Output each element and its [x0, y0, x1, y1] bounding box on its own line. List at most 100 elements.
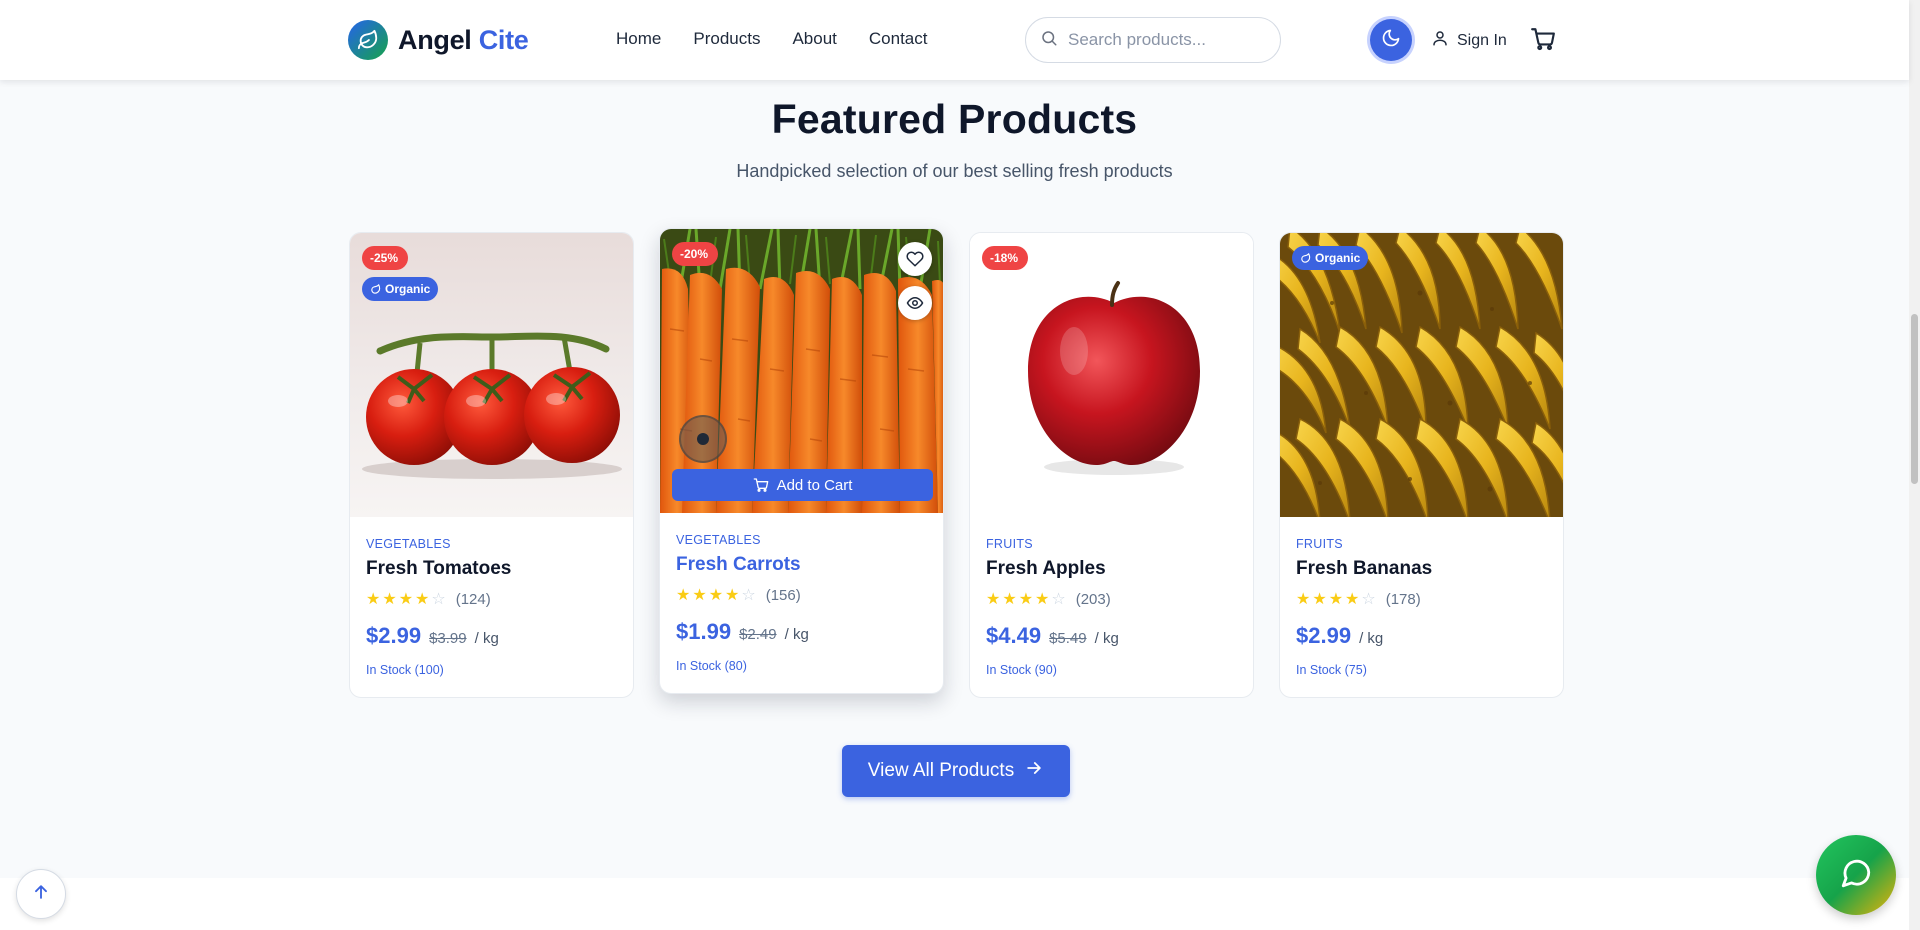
search-input[interactable] [1068, 30, 1258, 50]
search-box [1025, 17, 1281, 63]
product-unit: / kg [474, 630, 499, 647]
product-unit: / kg [1359, 630, 1384, 647]
review-count: (124) [455, 591, 491, 608]
product-price: $2.99 [1296, 623, 1352, 648]
star-icon: ★ [398, 590, 414, 608]
main-nav: Home Products About Contact [616, 29, 927, 49]
brand-logo[interactable]: Angel Cite [348, 20, 529, 60]
star-icon: ★ [1296, 590, 1311, 608]
price-row: $4.49 $5.49 / kg [986, 623, 1119, 649]
product-old-price: $5.49 [1049, 630, 1087, 647]
sign-in-button[interactable]: Sign In [1431, 29, 1507, 52]
cart-button[interactable] [1530, 26, 1556, 57]
product-name[interactable]: Fresh Apples [986, 558, 1106, 580]
star-icon: ★ [1328, 590, 1344, 608]
nav-products[interactable]: Products [693, 29, 760, 49]
user-icon [1431, 29, 1449, 52]
organic-badge: Organic [1292, 246, 1369, 270]
star-icon: ★ [1018, 590, 1034, 608]
star-empty-icon: ☆ [1361, 590, 1376, 608]
leaf-icon [1300, 252, 1311, 264]
product-card-carrots[interactable]: -20% Add to Cart VEGETABLES Fresh Carrot… [659, 228, 944, 694]
review-count: (203) [1075, 591, 1111, 608]
view-all-label: View All Products [867, 760, 1015, 781]
brand-name-part2: Cite [478, 24, 529, 55]
wishlist-button[interactable] [898, 242, 932, 276]
quick-view-button[interactable] [898, 286, 932, 320]
product-unit: / kg [1094, 630, 1119, 647]
product-name[interactable]: Fresh Tomatoes [366, 558, 511, 580]
nav-home[interactable]: Home [616, 29, 661, 49]
star-empty-icon: ☆ [1051, 590, 1066, 608]
product-image-carrots[interactable]: -20% Add to Cart [660, 229, 943, 513]
review-count: (178) [1385, 591, 1421, 608]
cart-icon [753, 477, 769, 493]
price-row: $1.99 $2.49 / kg [676, 619, 809, 645]
star-icon: ★ [1312, 590, 1327, 608]
stock-status: In Stock (80) [676, 659, 747, 673]
chat-bubble-icon [1839, 856, 1873, 895]
star-icon: ★ [708, 586, 724, 604]
stock-status: In Stock (100) [366, 663, 444, 677]
next-section [0, 878, 1909, 930]
product-name[interactable]: Fresh Carrots [676, 554, 801, 576]
product-image-tomatoes[interactable]: -25% Organic [350, 233, 633, 517]
star-icon: ★ [415, 590, 430, 608]
organic-label: Organic [385, 282, 431, 296]
star-icon: ★ [1035, 590, 1050, 608]
product-price: $1.99 [676, 619, 732, 644]
nav-contact[interactable]: Contact [869, 29, 928, 49]
product-old-price: $3.99 [429, 630, 467, 647]
back-to-top-button[interactable] [16, 869, 66, 919]
product-card-apples[interactable]: -18% FRUITS Fresh Apples ★ ★ ★ ★ ☆ (203) $4.… [969, 232, 1254, 698]
organic-label: Organic [1315, 251, 1361, 265]
arrow-right-icon [1024, 758, 1044, 784]
section-subtitle: Handpicked selection of our best selling… [736, 161, 1173, 181]
leaf-icon [370, 283, 381, 295]
sign-in-label: Sign In [1457, 31, 1507, 49]
product-card-tomatoes[interactable]: -25% Organic VEGETABLES Fresh Tomatoes ★… [349, 232, 634, 698]
add-to-cart-button[interactable]: Add to Cart [672, 469, 933, 501]
theme-toggle-button[interactable] [1370, 19, 1412, 61]
star-empty-icon: ☆ [741, 586, 756, 604]
price-row: $2.99 $3.99 / kg [366, 623, 499, 649]
discount-badge: -18% [982, 246, 1028, 270]
search-icon [1040, 29, 1058, 52]
star-icon: ★ [366, 590, 381, 608]
product-category: VEGETABLES [676, 533, 761, 547]
brand-name: Angel Cite [398, 25, 529, 56]
scrollbar-thumb[interactable] [1911, 314, 1918, 484]
star-icon: ★ [1345, 590, 1360, 608]
moon-icon [1381, 28, 1401, 53]
discount-badge: -20% [672, 242, 718, 266]
product-category: FRUITS [1296, 537, 1343, 551]
star-empty-icon: ☆ [431, 590, 446, 608]
leaf-icon [348, 20, 388, 60]
product-unit: / kg [784, 626, 809, 643]
product-rating: ★ ★ ★ ★ ☆ (156) [676, 587, 801, 604]
add-to-cart-label: Add to Cart [776, 476, 853, 494]
product-rating: ★ ★ ★ ★ ☆ (178) [1296, 591, 1421, 608]
product-image-bananas[interactable]: Organic [1280, 233, 1563, 517]
product-old-price: $2.49 [739, 626, 777, 643]
product-name[interactable]: Fresh Bananas [1296, 558, 1432, 580]
star-icon: ★ [692, 586, 707, 604]
review-count: (156) [765, 587, 801, 604]
arrow-up-icon [31, 882, 51, 907]
star-icon: ★ [986, 590, 1001, 608]
organic-badge: Organic [362, 277, 439, 301]
star-icon: ★ [676, 586, 691, 604]
star-icon: ★ [1002, 590, 1017, 608]
stock-status: In Stock (75) [1296, 663, 1367, 677]
stock-status: In Stock (90) [986, 663, 1057, 677]
product-category: VEGETABLES [366, 537, 451, 551]
view-all-products-button[interactable]: View All Products [842, 745, 1070, 797]
heart-icon [906, 250, 924, 268]
star-icon: ★ [725, 586, 740, 604]
page-scrollbar[interactable] [1909, 0, 1920, 930]
product-image-apples[interactable]: -18% [970, 233, 1253, 517]
chat-button[interactable] [1816, 835, 1896, 915]
product-card-bananas[interactable]: Organic FRUITS Fresh Bananas ★ ★ ★ ★ ☆ (178)… [1279, 232, 1564, 698]
nav-about[interactable]: About [792, 29, 836, 49]
product-price: $4.49 [986, 623, 1042, 648]
